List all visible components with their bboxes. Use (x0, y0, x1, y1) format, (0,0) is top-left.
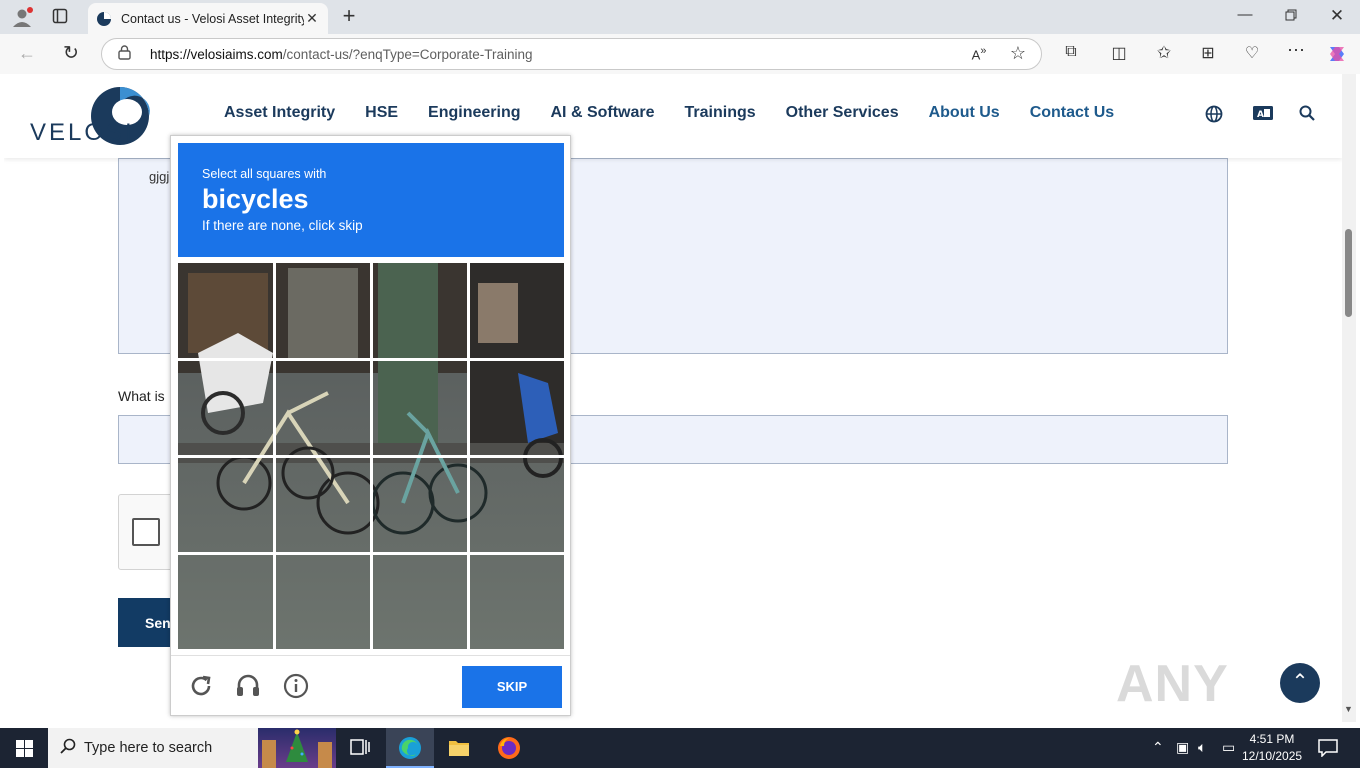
nav-ai-software[interactable]: AI & Software (551, 104, 655, 122)
lock-icon (118, 45, 134, 63)
read-aloud-icon[interactable]: A» (968, 45, 990, 62)
back-icon[interactable]: ← (16, 43, 38, 64)
new-tab-icon[interactable]: + (338, 5, 360, 27)
tab-actions-icon[interactable] (50, 8, 70, 26)
scrollbar-thumb[interactable] (1345, 229, 1352, 317)
grid-tile[interactable] (372, 554, 467, 649)
minimize-icon[interactable]: — (1234, 6, 1256, 23)
nav-asset-integrity[interactable]: Asset Integrity (224, 104, 335, 122)
challenge-hint: If there are none, click skip (202, 218, 363, 233)
collections-icon[interactable]: ⊞ (1197, 43, 1219, 63)
notifications-icon[interactable] (1318, 739, 1338, 762)
tab-title: Contact us - Velosi Asset Integrity (121, 11, 304, 26)
address-bar-row: ← ↻ https://velosiaims.com/contact-us/?e… (0, 34, 1360, 74)
captcha-question-label: What is (118, 388, 165, 404)
browser-tab-bar: Contact us - Velosi Asset Integrity ✕ + … (0, 0, 1360, 34)
more-options-icon[interactable]: ⋯ (1285, 40, 1307, 61)
extensions-icon[interactable]: ⧉ (1060, 43, 1082, 61)
logo-text: VELOSI (30, 119, 135, 146)
grid-tile[interactable] (178, 360, 273, 455)
challenge-target: bicycles (202, 184, 309, 214)
velosi-favicon-icon (97, 11, 111, 26)
challenge-header: Select all squares with bicycles If ther… (178, 143, 564, 257)
nav-other-services[interactable]: Other Services (786, 104, 899, 122)
close-window-icon[interactable]: ✕ (1326, 6, 1348, 26)
taskbar-search-icon (60, 738, 76, 758)
grid-tile[interactable] (178, 457, 273, 552)
challenge-footer: SKIP (171, 655, 570, 715)
favorites-icon[interactable]: ✩ (1153, 43, 1175, 63)
firefox-icon[interactable] (497, 736, 521, 765)
profile-icon[interactable] (10, 6, 34, 28)
skip-button[interactable]: SKIP (462, 666, 562, 708)
volume-icon[interactable]: 🔈︎ (1198, 739, 1206, 756)
grid-tile[interactable] (372, 360, 467, 455)
task-view-icon[interactable] (350, 738, 370, 761)
close-tab-icon[interactable]: ✕ (304, 10, 320, 27)
svg-text:A: A (1257, 110, 1264, 120)
search-icon[interactable] (1299, 105, 1315, 126)
audio-challenge-icon[interactable] (234, 672, 262, 700)
url-path: /contact-us/?enqType=Corporate-Training (282, 46, 533, 62)
scroll-to-top-button[interactable]: ⌃ (1280, 663, 1320, 703)
windows-start-icon[interactable] (16, 740, 33, 762)
grid-tile[interactable] (178, 554, 273, 649)
copilot-icon[interactable] (1326, 43, 1348, 69)
grid-tile[interactable] (372, 457, 467, 552)
globe-icon[interactable] (1205, 105, 1223, 128)
recaptcha-checkbox[interactable] (132, 518, 160, 546)
reload-icon[interactable] (187, 672, 215, 700)
message-value: gjgj (149, 169, 170, 184)
grid-tile[interactable] (469, 554, 564, 649)
windows-taskbar: Type here to search ⌃ ▣ 🔈︎ ▭ 4:51 PM 12/… (0, 728, 1360, 768)
url-field[interactable]: https://velosiaims.com/contact-us/?enqTy… (101, 38, 1042, 70)
translate-icon[interactable]: A (1253, 105, 1273, 126)
search-highlight-image (258, 728, 336, 768)
split-screen-icon[interactable]: ◫ (1108, 43, 1130, 63)
restore-icon[interactable] (1280, 8, 1302, 25)
tray-chevron-icon[interactable]: ⌃ (1152, 739, 1164, 756)
network-devices-icon[interactable]: ▣ (1176, 739, 1189, 756)
taskbar-search-placeholder: Type here to search (84, 740, 213, 756)
grid-tile[interactable] (275, 360, 370, 455)
refresh-icon[interactable]: ↻ (60, 42, 82, 65)
nav-contact-us[interactable]: Contact Us (1030, 104, 1114, 122)
nav-engineering[interactable]: Engineering (428, 104, 520, 122)
nav-hse[interactable]: HSE (365, 104, 398, 122)
nav-trainings[interactable]: Trainings (685, 104, 756, 122)
grid-tile[interactable] (372, 263, 467, 358)
network-icon[interactable]: ▭ (1222, 739, 1235, 756)
main-nav: Asset Integrity HSE Engineering AI & Sof… (224, 104, 1144, 122)
scroll-down-arrow-icon[interactable]: ▼ (1344, 704, 1353, 714)
grid-tile[interactable] (469, 457, 564, 552)
url-host: https://velosiaims.com (150, 46, 283, 62)
grid-tile[interactable] (275, 263, 370, 358)
clock-date: 12/10/2025 (1242, 749, 1303, 763)
recaptcha-challenge: Select all squares with bicycles If ther… (170, 135, 571, 716)
taskbar-clock[interactable]: 4:51 PM 12/10/2025 (1242, 731, 1302, 765)
browser-essentials-icon[interactable]: ♡ (1241, 43, 1263, 63)
challenge-instruction: Select all squares with (202, 167, 327, 181)
grid-tile[interactable] (275, 554, 370, 649)
taskbar-search[interactable]: Type here to search (48, 728, 336, 768)
grid-tile[interactable] (469, 263, 564, 358)
grid-tile[interactable] (178, 263, 273, 358)
active-tab[interactable]: Contact us - Velosi Asset Integrity ✕ (88, 3, 328, 34)
grid-tile[interactable] (275, 457, 370, 552)
file-explorer-icon[interactable] (448, 738, 470, 763)
info-icon[interactable] (282, 672, 310, 700)
nav-about-us[interactable]: About Us (929, 104, 1000, 122)
edge-taskbar-icon[interactable] (386, 728, 434, 768)
clock-time: 4:51 PM (1249, 732, 1295, 746)
page-scrollbar[interactable]: ▼ (1342, 74, 1356, 722)
grid-tile[interactable] (469, 360, 564, 455)
challenge-image-grid (178, 263, 564, 649)
favorite-star-icon[interactable]: ☆ (1007, 43, 1029, 64)
